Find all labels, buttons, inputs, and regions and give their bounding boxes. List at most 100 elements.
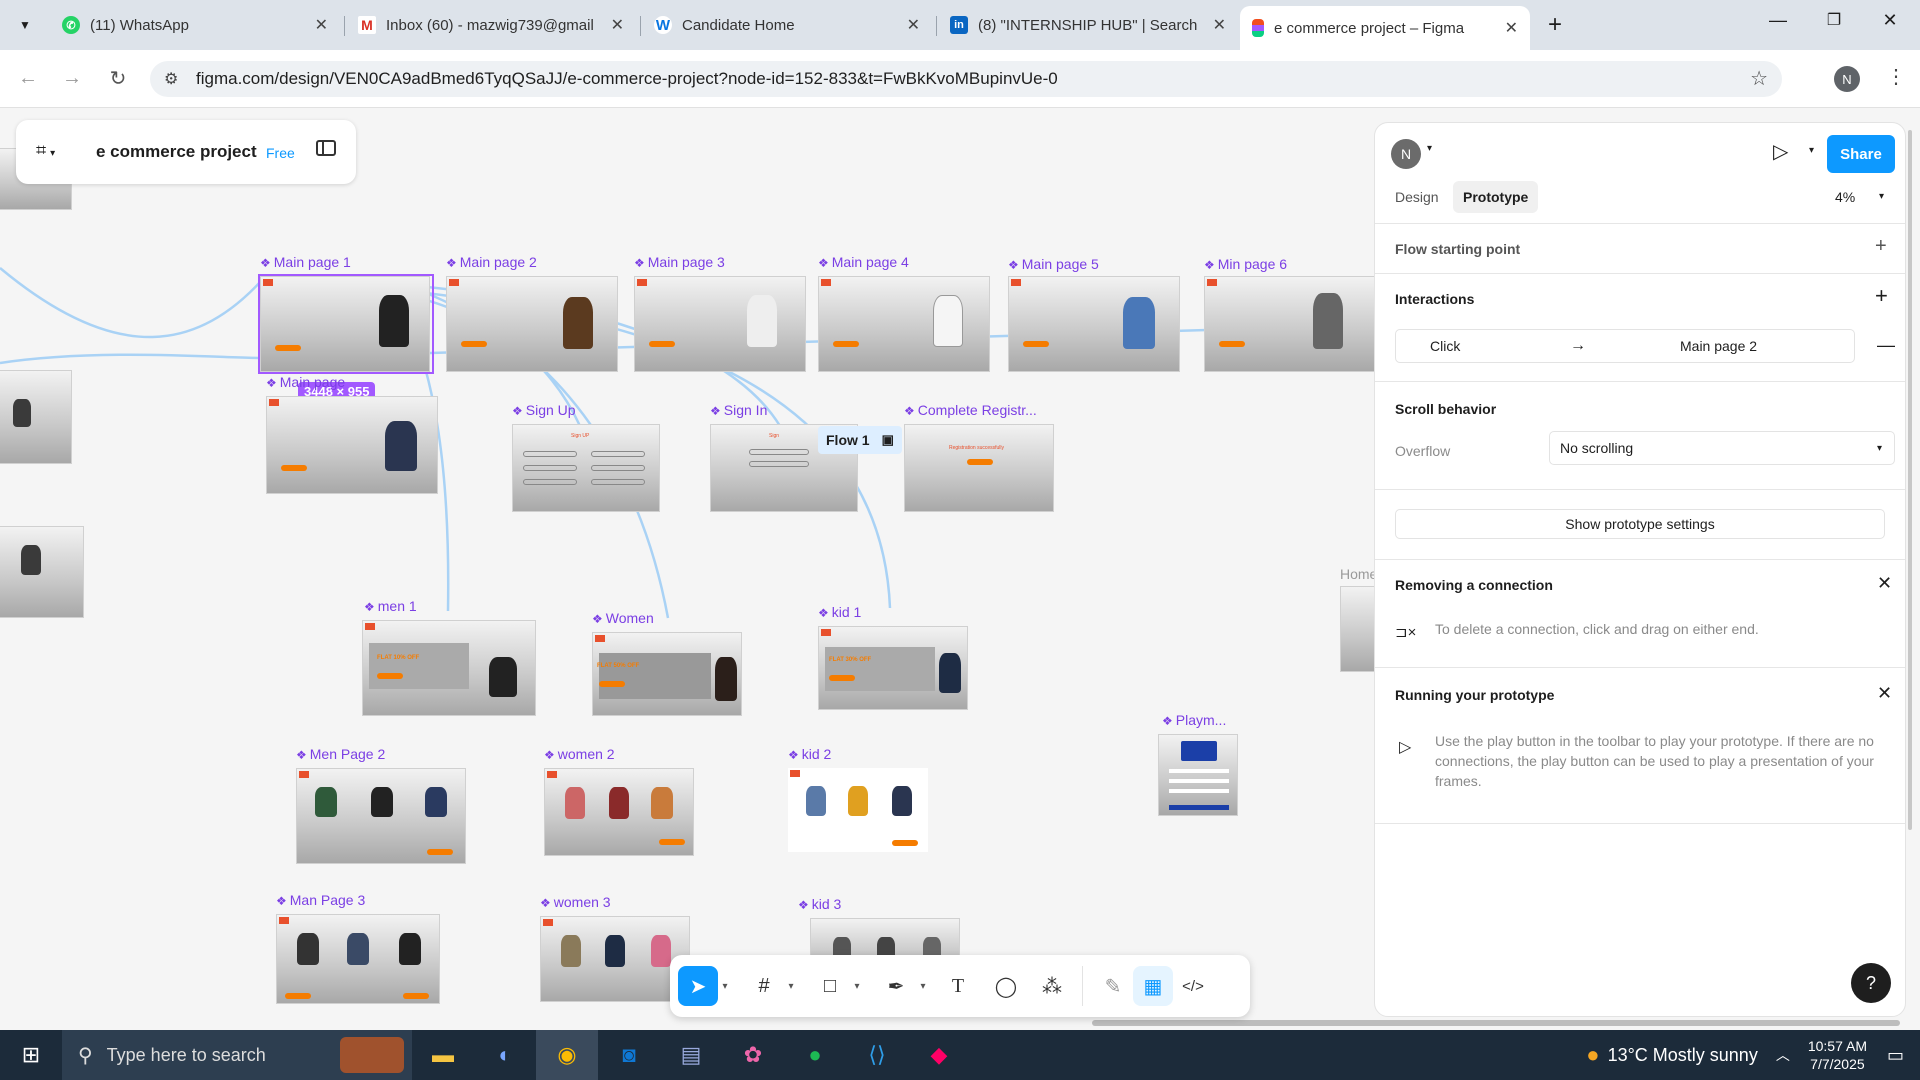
frame-women[interactable]: FLAT 50% OFF — [592, 632, 742, 716]
canvas-frame-partial[interactable] — [0, 370, 72, 464]
browser-menu-icon[interactable]: ⋮ — [1886, 64, 1906, 89]
panel-scrollbar[interactable] — [1908, 130, 1912, 830]
weather-widget[interactable]: ● 13°C Mostly sunny — [1586, 1042, 1758, 1068]
canvas-horizontal-scrollbar[interactable] — [1092, 1020, 1900, 1026]
frame-label-women[interactable]: ❖ Women — [592, 610, 654, 626]
minimize-button[interactable]: — — [1760, 10, 1796, 40]
close-icon[interactable]: ✕ — [1877, 683, 1892, 704]
frame-label-main-page-1[interactable]: ❖ Main page 1 — [260, 254, 351, 270]
share-button[interactable]: Share — [1827, 135, 1895, 173]
help-button[interactable]: ? — [1851, 963, 1891, 1003]
frame-label-main-page-2[interactable]: ❖ Main page 2 — [446, 254, 537, 270]
frame-label-min-page-6[interactable]: ❖ Min page 6 — [1204, 256, 1287, 272]
comment-tool-icon[interactable]: ◯ — [986, 966, 1026, 1006]
chevron-down-icon[interactable]: ▾ — [1427, 143, 1432, 154]
close-tab-icon[interactable]: ✕ — [1213, 15, 1226, 35]
tab-gmail[interactable]: M Inbox (60) - mazwig739@gmail ✕ — [346, 6, 636, 44]
show-hidden-icons[interactable]: ︿ — [1776, 1045, 1790, 1065]
notifications-icon[interactable]: ▭ — [1887, 1045, 1904, 1066]
chevron-down-icon[interactable]: ▾ — [784, 981, 798, 992]
figma-app-icon[interactable]: ◆ — [908, 1030, 970, 1080]
frame-man-page-3[interactable] — [276, 914, 440, 1004]
frame-main-page-3[interactable] — [634, 276, 806, 372]
frame-label-kid-1[interactable]: ❖ kid 1 — [818, 604, 861, 620]
close-icon[interactable]: ✕ — [1877, 573, 1892, 594]
plan-badge[interactable]: Free — [266, 145, 295, 161]
frame-label-man-page-3[interactable]: ❖ Man Page 3 — [276, 892, 365, 908]
profile-avatar[interactable]: N — [1834, 66, 1860, 92]
tab-linkedin[interactable]: in (8) "INTERNSHIP HUB" | Search ✕ — [938, 6, 1238, 44]
show-prototype-settings-button[interactable]: Show prototype settings — [1395, 509, 1885, 539]
address-bar[interactable]: ⚙ figma.com/design/VEN0CA9adBmed6TyqQSaJ… — [150, 61, 1782, 97]
new-tab-button[interactable]: + — [1540, 10, 1570, 40]
present-play-icon[interactable]: ▷ — [1773, 139, 1788, 164]
frame-main-page[interactable] — [266, 396, 438, 494]
file-name[interactable]: e commerce project — [96, 142, 257, 162]
close-tab-icon[interactable]: ✕ — [1505, 18, 1518, 38]
frame-label-men-page-2[interactable]: ❖ Men Page 2 — [296, 746, 385, 762]
actions-tool-icon[interactable]: ⁂ — [1032, 966, 1072, 1006]
spotify-icon[interactable]: ● — [784, 1030, 846, 1080]
text-tool-icon[interactable]: T — [938, 966, 978, 1006]
chevron-down-icon[interactable]: ▾ — [718, 981, 732, 992]
frame-main-page-4[interactable] — [818, 276, 990, 372]
add-flow-icon[interactable]: + — [1875, 235, 1887, 258]
frame-min-page-6[interactable] — [1204, 276, 1376, 372]
frame-kid-2[interactable] — [788, 768, 928, 852]
avatar[interactable]: N — [1391, 139, 1421, 169]
file-explorer-icon[interactable]: ▬ — [412, 1030, 474, 1080]
frame-women-3[interactable] — [540, 916, 690, 1002]
outlook-icon[interactable]: ◙ — [598, 1030, 660, 1080]
canvas-frame-partial[interactable] — [0, 526, 84, 618]
close-tab-icon[interactable]: ✕ — [315, 15, 328, 35]
dev-mode-icon[interactable]: </> — [1173, 966, 1213, 1006]
chevron-down-icon[interactable]: ▾ — [850, 981, 864, 992]
tab-design[interactable]: Design — [1395, 189, 1439, 205]
frame-label-playment[interactable]: ❖ Playm... — [1162, 712, 1226, 728]
restore-button[interactable]: ❐ — [1816, 10, 1852, 40]
frame-label-sign-up[interactable]: ❖ Sign Up — [512, 402, 576, 418]
close-window-button[interactable]: ✕ — [1872, 10, 1908, 40]
forward-icon[interactable]: → — [58, 64, 86, 92]
rectangle-tool-icon[interactable]: □ — [810, 966, 850, 1006]
flow-starting-badge[interactable]: Flow 1 ▣ — [818, 426, 902, 454]
frame-label-women-2[interactable]: ❖ women 2 — [544, 746, 615, 762]
frame-sign-up[interactable]: Sign UP — [512, 424, 660, 512]
tab-whatsapp[interactable]: ✆ (11) WhatsApp ✕ — [50, 6, 340, 44]
tab-search-button[interactable]: ▼ — [10, 10, 40, 40]
back-icon[interactable]: ← — [14, 64, 42, 92]
chrome-icon[interactable]: ◉ — [536, 1030, 598, 1080]
windows-start-icon[interactable]: ⊞ — [0, 1030, 62, 1080]
frame-women-2[interactable] — [544, 768, 694, 856]
bookmark-star-icon[interactable]: ☆ — [1750, 66, 1768, 91]
site-info-icon[interactable]: ⚙ — [164, 69, 178, 89]
vscode-icon[interactable]: ⟨⟩ — [846, 1030, 908, 1080]
frame-men-1[interactable]: FLAT 10% OFF — [362, 620, 536, 716]
design-mode-icon[interactable]: ▦ — [1133, 966, 1173, 1006]
add-interaction-icon[interactable]: + — [1875, 283, 1888, 309]
chevron-down-icon[interactable]: ▾ — [1809, 145, 1814, 156]
play-flow-icon[interactable]: ▣ — [882, 432, 894, 448]
frame-label-complete-registration[interactable]: ❖ Complete Registr... — [904, 402, 1037, 418]
frame-label-kid-3[interactable]: ❖ kid 3 — [798, 896, 841, 912]
overflow-select[interactable]: No scrolling ▾ — [1549, 431, 1895, 465]
frame-playment[interactable] — [1158, 734, 1238, 816]
pen-tool-icon[interactable]: ✒ — [876, 966, 916, 1006]
frame-men-page-2[interactable] — [296, 768, 466, 864]
frame-main-page-2[interactable] — [446, 276, 618, 372]
frame-label-main-page-3[interactable]: ❖ Main page 3 — [634, 254, 725, 270]
frame-label-main-page-5[interactable]: ❖ Main page 5 — [1008, 256, 1099, 272]
move-tool-icon[interactable]: ➤ — [678, 966, 718, 1006]
zoom-level[interactable]: 4% — [1835, 189, 1855, 205]
reload-icon[interactable]: ↻ — [104, 64, 132, 92]
frame-label-kid-2[interactable]: ❖ kid 2 — [788, 746, 831, 762]
frame-label-home[interactable]: Home — [1340, 566, 1377, 582]
interaction-row[interactable]: Click → Main page 2 — [1395, 329, 1855, 363]
copilot-icon[interactable]: ◐ — [474, 1030, 536, 1080]
chevron-down-icon[interactable]: ▾ — [1879, 191, 1884, 202]
remove-interaction-icon[interactable]: — — [1877, 335, 1895, 356]
frame-kid-1[interactable]: FLAT 30% OFF — [818, 626, 968, 710]
tab-figma[interactable]: e commerce project – Figma ✕ — [1240, 6, 1530, 50]
frame-label-men-1[interactable]: ❖ men 1 — [364, 598, 417, 614]
frame-label-sign-in[interactable]: ❖ Sign In — [710, 402, 767, 418]
